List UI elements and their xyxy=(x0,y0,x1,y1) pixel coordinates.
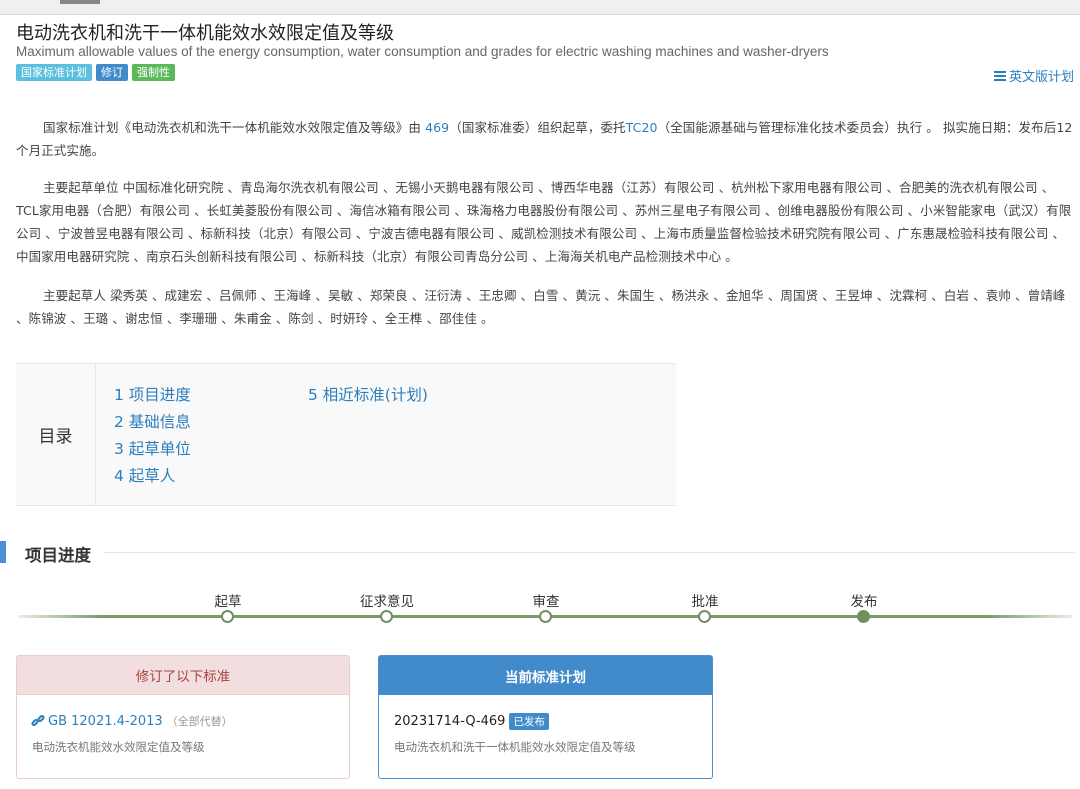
toc-item-progress[interactable]: 1 项目进度 xyxy=(114,383,191,405)
timeline-step-publish: 发布 xyxy=(850,594,878,610)
tag-national-plan: 国家标准计划 xyxy=(16,64,92,81)
timeline-step-review: 审查 xyxy=(532,594,560,610)
list-icon xyxy=(993,70,1006,81)
current-card-header: 当前标准计划 xyxy=(379,656,712,695)
toc-label: 目录 xyxy=(16,364,96,505)
timeline-step-comment: 征求意见 xyxy=(360,594,414,610)
tag-revision: 修订 xyxy=(96,64,128,81)
org-469-link[interactable]: 469 xyxy=(425,120,449,135)
current-plan-name: 电动洗衣机和洗干一体机能效水效限定值及等级 xyxy=(394,740,636,754)
page-title: 电动洗衣机和洗干一体机能效水效限定值及等级 xyxy=(16,23,394,44)
link-icon xyxy=(30,713,46,728)
toc-item-drafting-units[interactable]: 3 起草单位 xyxy=(114,437,191,459)
revised-standard-row: GB 12021.4-2013 （全部代替） xyxy=(30,713,233,729)
current-plan-card: 当前标准计划 20231714-Q-469 已发布 电动洗衣机和洗干一体机能效水… xyxy=(378,655,713,779)
drafters-paragraph: 主要起草人 梁秀英 、成建宏 、吕佩师 、王海峰 、吴敏 、郑荣良 、汪衍涛 、… xyxy=(16,288,1066,326)
timeline-dot-review xyxy=(539,610,552,623)
timeline-step-approve: 批准 xyxy=(691,594,719,610)
timeline-step-draft: 起草 xyxy=(214,594,242,610)
toc-item-related-standards[interactable]: 5 相近标准(计划) xyxy=(308,383,428,405)
status-badge: 已发布 xyxy=(509,713,549,730)
revised-standard-link[interactable]: GB 12021.4-2013 xyxy=(48,714,163,729)
timeline-dot-approve xyxy=(698,610,711,623)
section-divider xyxy=(103,552,1075,553)
tag-group: 国家标准计划 修订 强制性 xyxy=(16,64,175,81)
table-of-contents: 目录 1 项目进度 2 基础信息 3 起草单位 4 起草人 5 相近标准(计划) xyxy=(16,363,676,506)
revised-standard-name: 电动洗衣机能效水效限定值及等级 xyxy=(32,740,205,754)
page-subtitle: Maximum allowable values of the energy c… xyxy=(16,44,829,59)
section-title-progress: 项目进度 xyxy=(25,546,91,565)
intro-text-b: （国家标准委）组织起草，委托 xyxy=(449,120,626,135)
english-version-link[interactable]: 英文版计划 xyxy=(993,66,1074,85)
current-plan-code: 20231714-Q-469 xyxy=(394,714,506,729)
intro-text-a: 国家标准计划《电动洗衣机和洗干一体机能效水效限定值及等级》由 xyxy=(43,120,426,135)
section-accent-bar xyxy=(0,541,6,563)
timeline-dot-comment xyxy=(380,610,393,623)
top-bar xyxy=(0,0,1080,15)
drafting-units-paragraph: 主要起草单位 中国标准化研究院 、青岛海尔洗衣机有限公司 、无锡小天鹅电器有限公… xyxy=(16,180,1072,264)
current-plan-row: 20231714-Q-469 已发布 xyxy=(394,713,549,730)
toc-item-drafters[interactable]: 4 起草人 xyxy=(114,464,175,486)
revised-standard-card: 修订了以下标准 GB 12021.4-2013 （全部代替） 电动洗衣机能效水效… xyxy=(16,655,350,779)
revised-standard-note: （全部代替） xyxy=(166,715,233,728)
timeline-dot-publish xyxy=(857,610,870,623)
toc-item-basic-info[interactable]: 2 基础信息 xyxy=(114,410,191,432)
intro-paragraph: 国家标准计划《电动洗衣机和洗干一体机能效水效限定值及等级》由 469（国家标准委… xyxy=(16,116,1074,162)
tag-mandatory: 强制性 xyxy=(132,64,175,81)
english-version-label: 英文版计划 xyxy=(1008,70,1074,85)
revised-card-header: 修订了以下标准 xyxy=(17,656,349,695)
tc20-link[interactable]: TC20 xyxy=(626,120,658,135)
top-bar-fragment xyxy=(60,0,100,4)
timeline-dot-draft xyxy=(221,610,234,623)
